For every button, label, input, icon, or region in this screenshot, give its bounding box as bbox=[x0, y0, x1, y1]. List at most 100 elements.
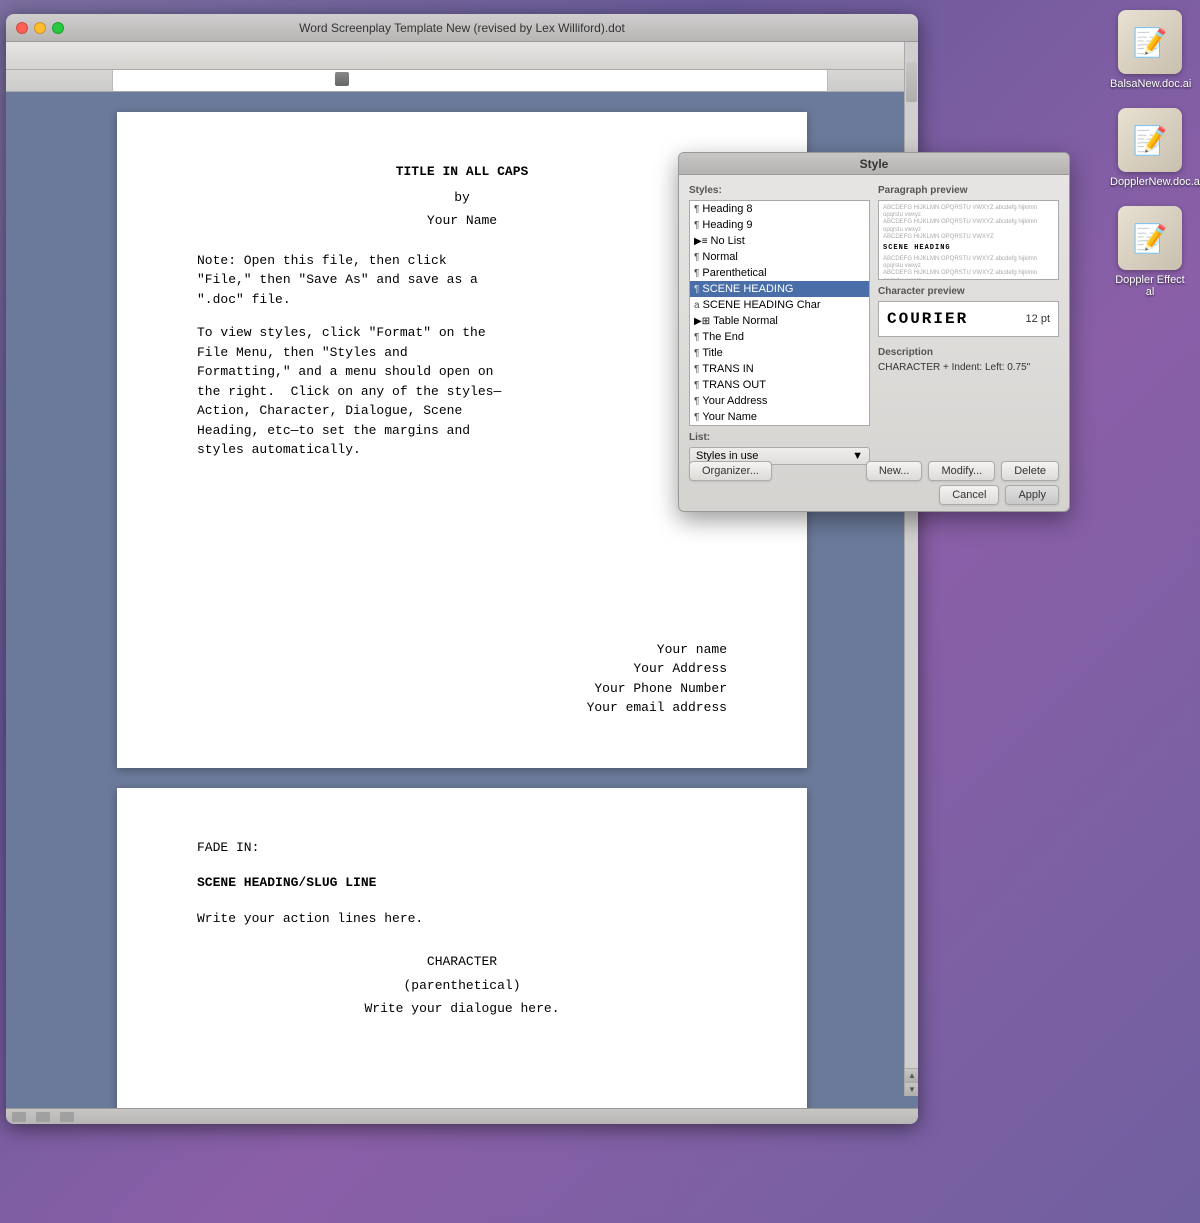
para-mark: ¶ bbox=[694, 204, 699, 215]
dialog-right-column: Paragraph preview ABCDEFG HIJKLMN OPQRST… bbox=[878, 185, 1059, 465]
style-name-scene-heading-char: SCENE HEADING Char bbox=[703, 299, 821, 311]
page-note-2: To view styles, click "Format" on the Fi… bbox=[197, 323, 727, 460]
organizer-button[interactable]: Organizer... bbox=[689, 461, 772, 481]
style-item-table-normal[interactable]: ▶⊞ Table Normal bbox=[690, 313, 869, 329]
style-name-trans-out: TRANS OUT bbox=[702, 379, 766, 391]
char-mark: a bbox=[694, 300, 700, 311]
scroll-down-arrow[interactable]: ▼ bbox=[905, 1082, 918, 1096]
maximize-button[interactable] bbox=[52, 22, 64, 34]
para-mark: ¶ bbox=[694, 364, 699, 375]
para-preview-section: Paragraph preview ABCDEFG HIJKLMN OPQRST… bbox=[878, 185, 1059, 280]
char-preview: COURIER 12 pt bbox=[878, 301, 1059, 337]
desktop-icon-doppler-effect[interactable]: 📝 Doppler Effect al bbox=[1110, 206, 1190, 298]
style-name-nolist: No List bbox=[711, 235, 745, 247]
desktop-icon-doppler-new[interactable]: 📝 DopplerNew.doc.ai bbox=[1110, 108, 1190, 188]
style-item-title[interactable]: ¶ Title bbox=[690, 345, 869, 361]
ruler-slider[interactable] bbox=[335, 72, 349, 86]
page-title: TITLE IN ALL CAPS bbox=[197, 162, 727, 182]
para-mark: ¶ bbox=[694, 348, 699, 359]
parenthetical: (parenthetical) bbox=[197, 976, 727, 996]
style-item-trans-out[interactable]: ¶ TRANS OUT bbox=[690, 377, 869, 393]
page-note-1: Note: Open this file, then click "File,"… bbox=[197, 251, 727, 310]
contact-name: Your name bbox=[197, 640, 727, 660]
styles-list[interactable]: ¶ Heading 8 ¶ Heading 9 ▶≡ No List ¶ Nor… bbox=[689, 200, 870, 426]
para-preview-content: ABCDEFG HIJKLMN OPQRSTU VWXYZ abcdefg hi… bbox=[879, 201, 1058, 280]
contact-phone: Your Phone Number bbox=[197, 679, 727, 699]
style-item-trans-in[interactable]: ¶ TRANS IN bbox=[690, 361, 869, 377]
status-icon-1 bbox=[12, 1112, 26, 1122]
para-mark: ¶ bbox=[694, 332, 699, 343]
close-button[interactable] bbox=[16, 22, 28, 34]
status-bar bbox=[6, 1108, 918, 1124]
right-buttons-group: New... Modify... Delete bbox=[866, 461, 1059, 481]
style-item-scene-heading-char[interactable]: a SCENE HEADING Char bbox=[690, 297, 869, 313]
minimize-button[interactable] bbox=[34, 22, 46, 34]
page-contact-info: Your name Your Address Your Phone Number… bbox=[197, 640, 727, 718]
doppler-effect-label: Doppler Effect al bbox=[1110, 274, 1190, 298]
ruler bbox=[6, 70, 918, 92]
doppler-effect-icon: 📝 bbox=[1118, 206, 1182, 270]
style-name-the-end: The End bbox=[702, 331, 744, 343]
style-name-normal: Normal bbox=[702, 251, 737, 263]
action-line: Write your action lines here. bbox=[197, 909, 727, 929]
dialog-footer: Organizer... New... Modify... Delete Can… bbox=[679, 457, 1069, 511]
toolbar bbox=[6, 42, 918, 70]
style-item-your-address[interactable]: ¶ Your Address bbox=[690, 393, 869, 409]
window-title: Word Screenplay Template New (revised by… bbox=[299, 21, 625, 35]
style-item-nolist[interactable]: ▶≡ No List bbox=[690, 233, 869, 249]
scene-heading: SCENE HEADING/SLUG LINE bbox=[197, 873, 727, 893]
char-preview-section: Character preview COURIER 12 pt bbox=[878, 286, 1059, 337]
balsa-icon-label: BalsaNew.doc.ai bbox=[1110, 78, 1190, 90]
style-item-heading8[interactable]: ¶ Heading 8 bbox=[690, 201, 869, 217]
titlebar: Word Screenplay Template New (revised by… bbox=[6, 14, 918, 42]
para-preview: ABCDEFG HIJKLMN OPQRSTU VWXYZ abcdefg hi… bbox=[878, 200, 1059, 280]
page-author-name: Your Name bbox=[197, 211, 727, 231]
para-mark: ¶ bbox=[694, 252, 699, 263]
style-name-trans-in: TRANS IN bbox=[702, 363, 753, 375]
dialog-buttons-row2: Cancel Apply bbox=[679, 485, 1069, 513]
cancel-button[interactable]: Cancel bbox=[939, 485, 999, 505]
desktop-icon-balsa[interactable]: 📝 BalsaNew.doc.ai bbox=[1110, 10, 1190, 90]
scrollbar-thumb[interactable] bbox=[906, 62, 917, 102]
new-button[interactable]: New... bbox=[866, 461, 923, 481]
style-item-heading9[interactable]: ¶ Heading 9 bbox=[690, 217, 869, 233]
page-by: by bbox=[197, 188, 727, 208]
char-preview-font: COURIER bbox=[887, 310, 968, 328]
balsa-icon: 📝 bbox=[1118, 10, 1182, 74]
modify-button[interactable]: Modify... bbox=[928, 461, 995, 481]
style-dialog: Style Styles: ¶ Heading 8 ¶ Heading 9 ▶≡… bbox=[678, 152, 1070, 512]
para-mark: ¶ bbox=[694, 380, 699, 391]
para-mark: ¶ bbox=[694, 284, 699, 295]
style-item-parenthetical[interactable]: ¶ Parenthetical bbox=[690, 265, 869, 281]
list-mark: ▶≡ bbox=[694, 236, 708, 247]
description-text: CHARACTER + Indent: Left: 0.75" bbox=[878, 362, 1059, 373]
style-item-scene-heading[interactable]: ¶ SCENE HEADING bbox=[690, 281, 869, 297]
description-label: Description bbox=[878, 347, 1059, 358]
contact-address: Your Address bbox=[197, 659, 727, 679]
scroll-up-arrow[interactable]: ▲ bbox=[905, 1068, 918, 1082]
style-name-table-normal: Table Normal bbox=[713, 315, 778, 327]
style-item-your-name[interactable]: ¶ Your Name bbox=[690, 409, 869, 425]
para-mark: ¶ bbox=[694, 220, 699, 231]
para-preview-label: Paragraph preview bbox=[878, 185, 1059, 196]
style-item-the-end[interactable]: ¶ The End bbox=[690, 329, 869, 345]
styles-label: Styles: bbox=[689, 185, 870, 196]
delete-button[interactable]: Delete bbox=[1001, 461, 1059, 481]
apply-button[interactable]: Apply bbox=[1005, 485, 1059, 505]
description-section: Description CHARACTER + Indent: Left: 0.… bbox=[878, 347, 1059, 373]
fade-in: FADE IN: bbox=[197, 838, 727, 858]
contact-email: Your email address bbox=[197, 698, 727, 718]
style-name-heading8: Heading 8 bbox=[702, 203, 752, 215]
style-name-your-name: Your Name bbox=[702, 411, 757, 423]
char-preview-size: 12 pt bbox=[1026, 313, 1050, 325]
list-label: List: bbox=[689, 432, 870, 443]
status-icon-2 bbox=[36, 1112, 50, 1122]
dialog-left-column: Styles: ¶ Heading 8 ¶ Heading 9 ▶≡ No Li… bbox=[689, 185, 870, 465]
doppler-new-label: DopplerNew.doc.ai bbox=[1110, 176, 1190, 188]
ruler-inner bbox=[112, 70, 828, 91]
scrollbar-arrows: ▲ ▼ bbox=[905, 1068, 918, 1096]
dialogue: Write your dialogue here. bbox=[197, 999, 727, 1019]
char-preview-label: Character preview bbox=[878, 286, 1059, 297]
style-item-normal[interactable]: ¶ Normal bbox=[690, 249, 869, 265]
toolbar-placeholder bbox=[10, 50, 13, 61]
